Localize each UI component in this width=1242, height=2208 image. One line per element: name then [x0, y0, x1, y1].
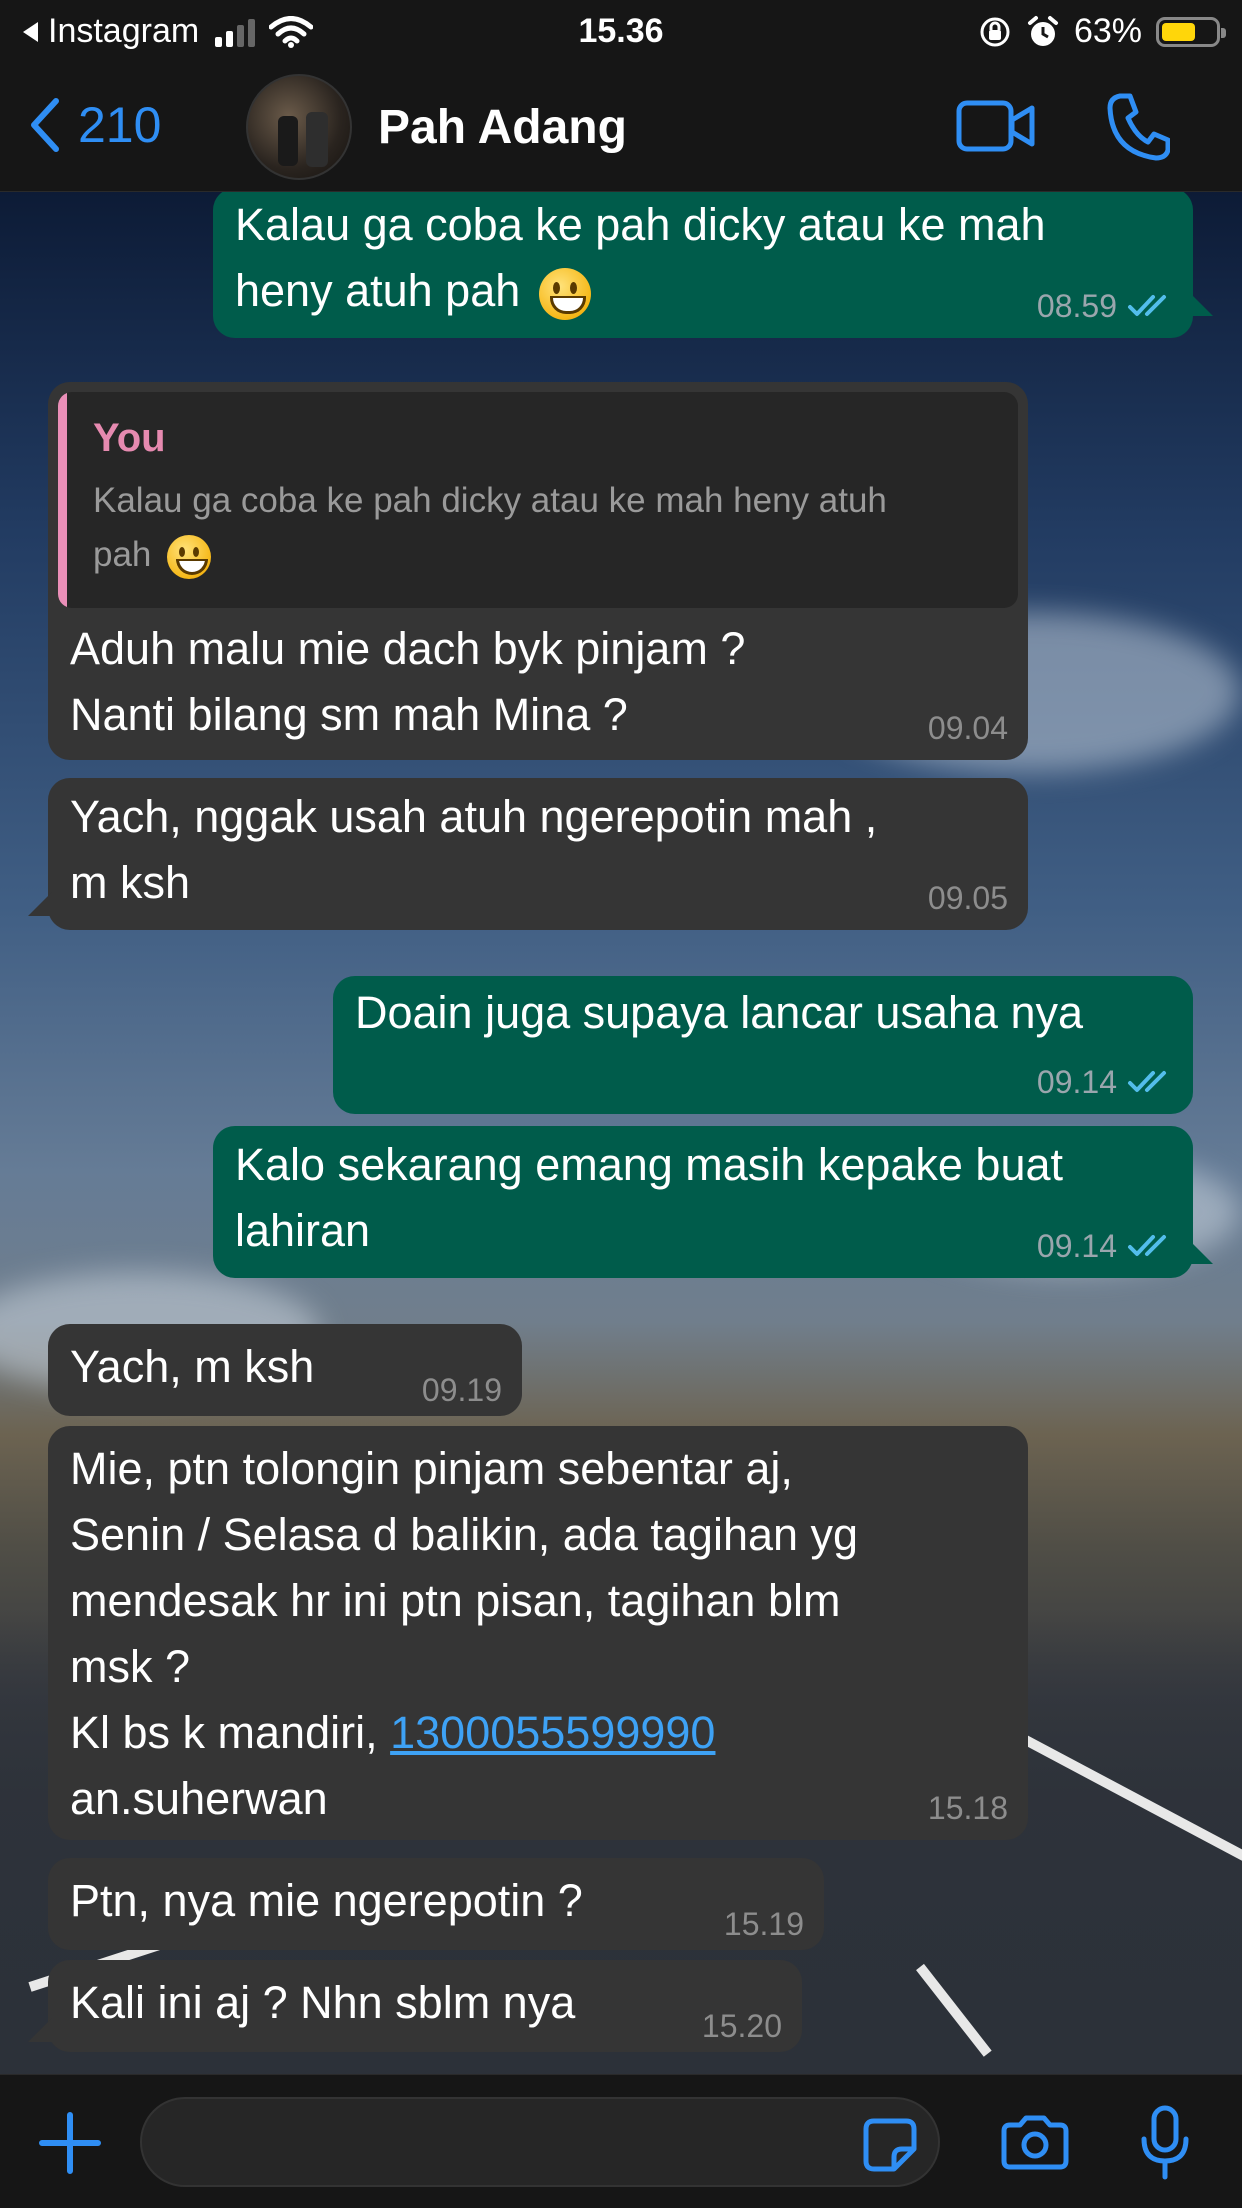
message-time: 09.14 [1036, 1228, 1117, 1264]
message-outgoing[interactable]: Kalau ga coba ke pah dicky atau ke mah h… [213, 192, 1213, 338]
microphone-icon [1141, 2105, 1189, 2180]
camera-icon [1001, 2115, 1069, 2170]
message-text: Senin / Selasa d balikin, ada tagihan yg [70, 1509, 859, 1560]
message-time: 09.19 [421, 1372, 502, 1408]
message-incoming[interactable]: Mie, ptn tolongin pinjam sebentar aj, Se… [48, 1426, 1028, 1840]
message-text: m ksh [70, 857, 191, 908]
camera-button[interactable] [1000, 2115, 1070, 2176]
message-text: lahiran [235, 1205, 371, 1256]
battery-icon [1156, 16, 1226, 47]
message-time: 09.05 [927, 880, 1008, 916]
double-check-read-icon [1128, 1235, 1166, 1256]
message-text: Kalau ga coba ke pah dicky atau ke mah [235, 199, 1046, 250]
message-incoming[interactable]: Ptn, nya mie ngerepotin ? 15.19 [48, 1858, 824, 1950]
account-number-link[interactable]: 1300055599990 [390, 1707, 715, 1758]
message-text: Doain juga supaya lancar usaha nya [355, 987, 1083, 1038]
message-time: 15.20 [701, 2008, 782, 2044]
quote-text: pah [93, 535, 152, 574]
quoted-message[interactable]: You Kalau ga coba ke pah dicky atau ke m… [58, 392, 1018, 608]
message-text: heny atuh pah [235, 265, 521, 316]
message-text: Ptn, nya mie ngerepotin ? [70, 1875, 583, 1926]
status-bar: Instagram 15.36 63% [0, 0, 1242, 62]
message-incoming[interactable]: Yach, nggak usah atuh ngerepotin mah , m… [28, 778, 1028, 930]
voice-message-button[interactable] [1140, 2105, 1190, 2186]
message-incoming[interactable]: Kali ini aj ? Nhn sblm nya 15.20 [28, 1960, 802, 2052]
message-incoming[interactable]: Yach, m ksh 09.19 [48, 1324, 522, 1416]
message-time: 09.14 [1036, 1064, 1117, 1100]
contact-avatar[interactable] [246, 74, 352, 180]
message-text: Kalo sekarang emang masih kepake buat [235, 1139, 1064, 1190]
double-check-read-icon [1128, 1071, 1166, 1092]
quote-accent-bar [58, 392, 67, 608]
double-check-read-icon [1128, 295, 1166, 316]
alarm-icon [1027, 15, 1058, 46]
message-text: mendesak hr ini ptn pisan, tagihan blm [70, 1575, 841, 1626]
back-button[interactable]: 210 [30, 96, 161, 154]
contact-name[interactable]: Pah Adang [378, 100, 627, 155]
message-text: msk ? [70, 1641, 191, 1692]
chat-background: Kalau ga coba ke pah dicky atau ke mah h… [0, 192, 1242, 2074]
sticker-icon [863, 2118, 917, 2172]
message-time: 15.19 [723, 1906, 804, 1942]
message-text: Kali ini aj ? Nhn sblm nya [70, 1977, 576, 2028]
voice-call-button[interactable] [1106, 92, 1171, 167]
video-call-button[interactable] [956, 98, 1036, 159]
orientation-lock-icon [980, 17, 1010, 46]
grinning-face-emoji [167, 534, 212, 579]
plus-icon [39, 2112, 101, 2174]
message-input[interactable] [140, 2097, 940, 2187]
quote-author: You [93, 416, 166, 460]
message-time: 15.18 [927, 1790, 1008, 1826]
message-text: an.suherwan [70, 1773, 328, 1824]
message-outgoing[interactable]: Kalo sekarang emang masih kepake buat la… [213, 1126, 1213, 1278]
grinning-face-emoji [538, 268, 591, 321]
bubble-tail [28, 892, 52, 916]
message-time: 09.04 [927, 710, 1008, 746]
message-outgoing[interactable]: Doain juga supaya lancar usaha nya 09.14 [333, 976, 1193, 1114]
message-text: Aduh malu mie dach byk pinjam ? [70, 623, 746, 674]
phone-call-icon [1107, 93, 1171, 161]
chevron-left-icon [31, 98, 59, 152]
chat-header: 210 Pah Adang [0, 62, 1242, 192]
message-incoming[interactable]: You Kalau ga coba ke pah dicky atau ke m… [48, 382, 1028, 760]
message-text: Nanti bilang sm mah Mina ? [70, 689, 628, 740]
message-time: 08.59 [1036, 288, 1117, 324]
message-text: Kl bs k mandiri, [70, 1707, 391, 1758]
sticker-button[interactable] [862, 2117, 918, 2178]
bubble-tail [1189, 292, 1213, 316]
bubble-tail [1189, 1240, 1213, 1264]
attach-button[interactable] [38, 2111, 102, 2180]
message-text: Mie, ptn tolongin pinjam sebentar aj, [70, 1443, 793, 1494]
battery-percentage: 63% [1073, 12, 1142, 50]
unread-count: 210 [78, 97, 162, 153]
message-composer [0, 2074, 1242, 2208]
bubble-tail [28, 2018, 52, 2042]
message-text: Yach, nggak usah atuh ngerepotin mah , [70, 791, 878, 842]
quote-text: Kalau ga coba ke pah dicky atau ke mah h… [93, 481, 887, 520]
video-call-icon [956, 100, 1035, 152]
